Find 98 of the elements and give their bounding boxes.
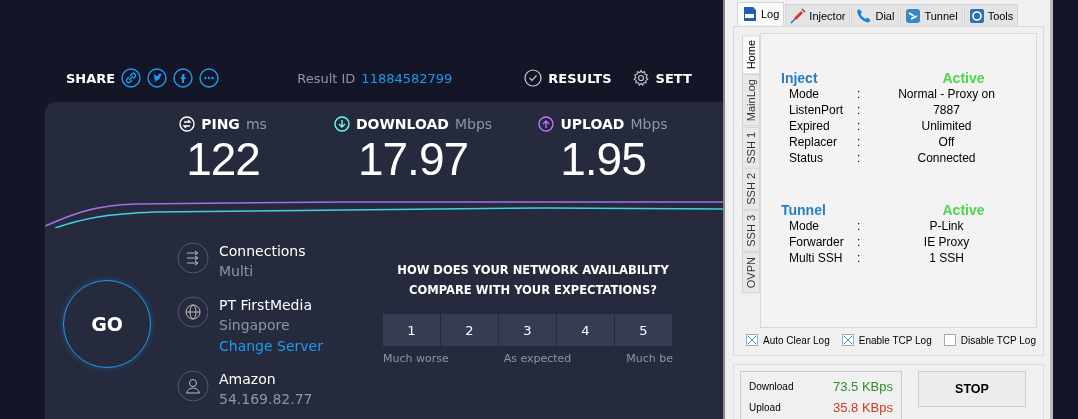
field-label: Multi SSH [789,250,844,266]
traffic-label: Download [749,381,795,392]
side-tab[interactable]: SSH 1 [742,126,760,169]
result-id-label: Result ID [297,70,356,86]
field-value: Unlimited [920,118,973,134]
scale-label: Much be [626,352,673,365]
gear-icon [968,7,985,24]
separator: : [857,86,862,102]
globe-icon [177,296,209,328]
document-icon [742,6,758,22]
info-subtitle: Multi [219,262,255,281]
side-tab[interactable]: SSH 3 [742,210,760,252]
info-subtitle: Singapore [219,316,291,335]
metric-value: 122 [186,132,260,186]
field-value: 7887 [932,102,961,118]
checkbox-label: Enable TCP Log [858,334,932,346]
separator: : [857,118,862,134]
section-title: Tunnel [781,202,827,218]
tunnel-icon [905,7,922,24]
metric-value: 1.95 [560,132,646,186]
traffic-value: 73.5 KBps [832,379,893,394]
side-tab[interactable]: Home [742,35,760,75]
survey-question: HOW DOES YOUR NETWORK AVAILABILITY [396,262,670,279]
separator: : [857,150,862,166]
tab[interactable]: Tunnel [900,4,963,26]
field-label: Expired [789,118,831,134]
result-id[interactable]: 11884582799 [361,70,453,86]
field-label: ListenPort [789,102,845,118]
scale-label: Much worse [383,352,449,365]
upload-icon [538,116,555,132]
person-icon [177,370,209,402]
separator: : [857,102,862,118]
separator: : [857,234,862,250]
checkbox[interactable] [943,334,956,346]
rating-option[interactable]: 4 [557,314,614,346]
field-label: Mode [789,86,821,102]
more-icon[interactable] [199,68,220,88]
metric-value: 17.97 [357,132,469,186]
results-link[interactable]: RESULTS [524,69,612,87]
section-title: Inject [781,70,819,86]
bird-icon[interactable] [147,68,168,88]
side-tab[interactable]: OVPN [742,251,760,294]
section-status: Active [941,202,986,218]
scale-label: As expected [503,352,572,365]
separator: : [857,218,862,234]
traffic-value: 35.8 KBps [832,400,893,415]
section-status: Active [941,70,986,86]
field-value: Normal - Proxy on [897,86,996,102]
metric-unit: Mbps [454,116,493,132]
side-tab[interactable]: SSH 2 [742,168,760,211]
field-label: Status [789,150,825,166]
settings-icon [631,69,650,87]
tab[interactable]: Dial [851,4,900,26]
rating-option[interactable]: 1 [383,314,440,346]
checkbox-label: Disable TCP Log [960,334,1036,346]
facebook-icon[interactable] [173,68,194,88]
info-title: PT FirstMedia [219,296,313,314]
info-title: Connections [219,242,306,260]
field-label: Forwarder [789,234,845,250]
phone-icon [856,7,873,24]
field-value: Off [937,134,956,150]
tab[interactable]: Tools [963,4,1019,26]
info-title: Amazon [219,370,277,388]
rating-option[interactable]: 3 [499,314,556,346]
metric-unit: Mbps [630,116,668,132]
tab[interactable]: Injector [785,4,851,26]
share-label: SHARE [66,70,116,86]
separator: : [857,134,862,150]
settings-link[interactable]: SETT [631,69,692,87]
checkbox-label: Auto Clear Log [763,334,830,346]
syringe-icon [790,7,807,24]
info-subtitle: 54.169.82.77 [219,390,313,409]
metric-unit: ms [245,116,267,132]
metric-label: DOWNLOAD [355,116,449,132]
survey-question: COMPARE WITH YOUR EXPECTATIONS? [408,282,658,299]
rating-option[interactable]: 2 [441,314,498,346]
separator: : [857,250,862,266]
download-icon [333,116,350,132]
stop-button[interactable]: STOP [918,371,1026,407]
link-icon[interactable] [121,68,142,88]
checkbox[interactable] [841,334,854,346]
side-tab[interactable]: MainLog [742,74,760,127]
change-server-link[interactable]: Change Server [219,338,323,354]
field-value: IE Proxy [922,234,971,250]
connections-icon [177,242,209,274]
metric-label: UPLOAD [560,116,625,132]
field-label: Replacer [789,134,839,150]
check-circle-icon [524,69,543,87]
metric-label: PING [201,116,240,132]
rating-option[interactable]: 5 [615,314,672,346]
traffic-label: Upload [749,402,782,413]
checkbox[interactable] [746,334,758,346]
field-value: 1 SSH [928,250,965,266]
field-label: Mode [789,218,821,234]
tab[interactable]: Log [737,2,785,25]
ping-icon [179,116,196,132]
field-value: Connected [916,150,977,166]
field-value: P-Link [928,218,965,234]
